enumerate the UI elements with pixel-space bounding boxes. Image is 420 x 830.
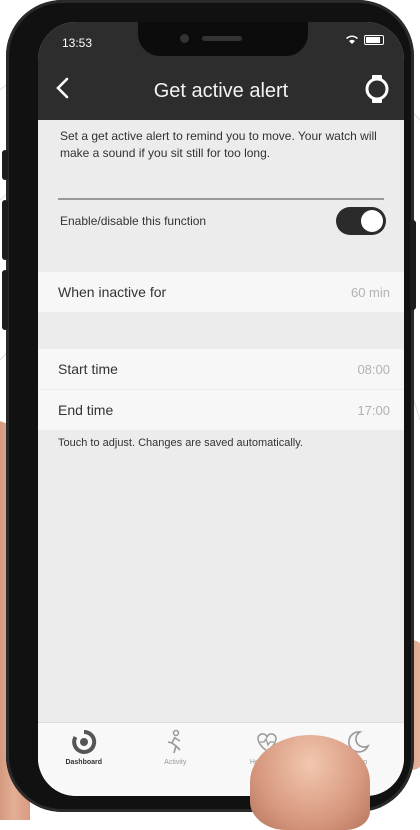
phone-frame: 13:53 Get active alert Set a get active … [2, 0, 416, 812]
camera-icon [180, 34, 189, 43]
dashboard-icon [71, 729, 96, 754]
watch-icon[interactable] [364, 74, 390, 104]
tab-label: Activity [164, 759, 187, 766]
tab-activity[interactable]: Activity [130, 723, 222, 796]
battery-icon [364, 35, 384, 45]
wifi-icon [346, 35, 358, 44]
tab-label: Dashboard [65, 759, 103, 766]
start-time-value: 08:00 [357, 361, 390, 377]
hand-thumb [250, 735, 370, 830]
inactive-value: 60 min [350, 284, 390, 300]
status-time: 13:53 [62, 36, 93, 50]
inactive-label: When inactive for [58, 284, 167, 300]
app-header: 13:53 Get active alert [38, 22, 404, 120]
inactive-duration-row[interactable]: When inactive for 60 min [38, 272, 404, 312]
activity-icon [168, 729, 181, 754]
volume-down-button [2, 270, 8, 330]
description-text: Set a get active alert to remind you to … [60, 129, 377, 160]
enable-function-row: Enable/disable this function [60, 206, 386, 236]
volume-up-button [2, 200, 8, 260]
toggle-label: Enable/disable this function [60, 214, 207, 228]
status-icons [345, 35, 384, 45]
tab-dashboard[interactable]: Dashboard [38, 723, 130, 796]
divider [58, 198, 384, 200]
end-time-row[interactable]: End time 17:00 [38, 390, 404, 430]
enable-toggle[interactable] [336, 207, 386, 235]
end-time-label: End time [58, 402, 114, 418]
mute-switch [2, 150, 8, 180]
notch [138, 22, 308, 56]
toggle-knob [361, 210, 383, 232]
start-time-row[interactable]: Start time 08:00 [38, 349, 404, 389]
page-title: Get active alert [153, 80, 289, 102]
hint-text: Touch to adjust. Changes are saved autom… [58, 437, 303, 449]
app-screen: 13:53 Get active alert Set a get active … [38, 22, 404, 796]
end-time-value: 17:00 [357, 402, 390, 418]
speaker-grille [202, 36, 242, 41]
power-button [410, 220, 416, 310]
start-time-label: Start time [58, 361, 118, 377]
